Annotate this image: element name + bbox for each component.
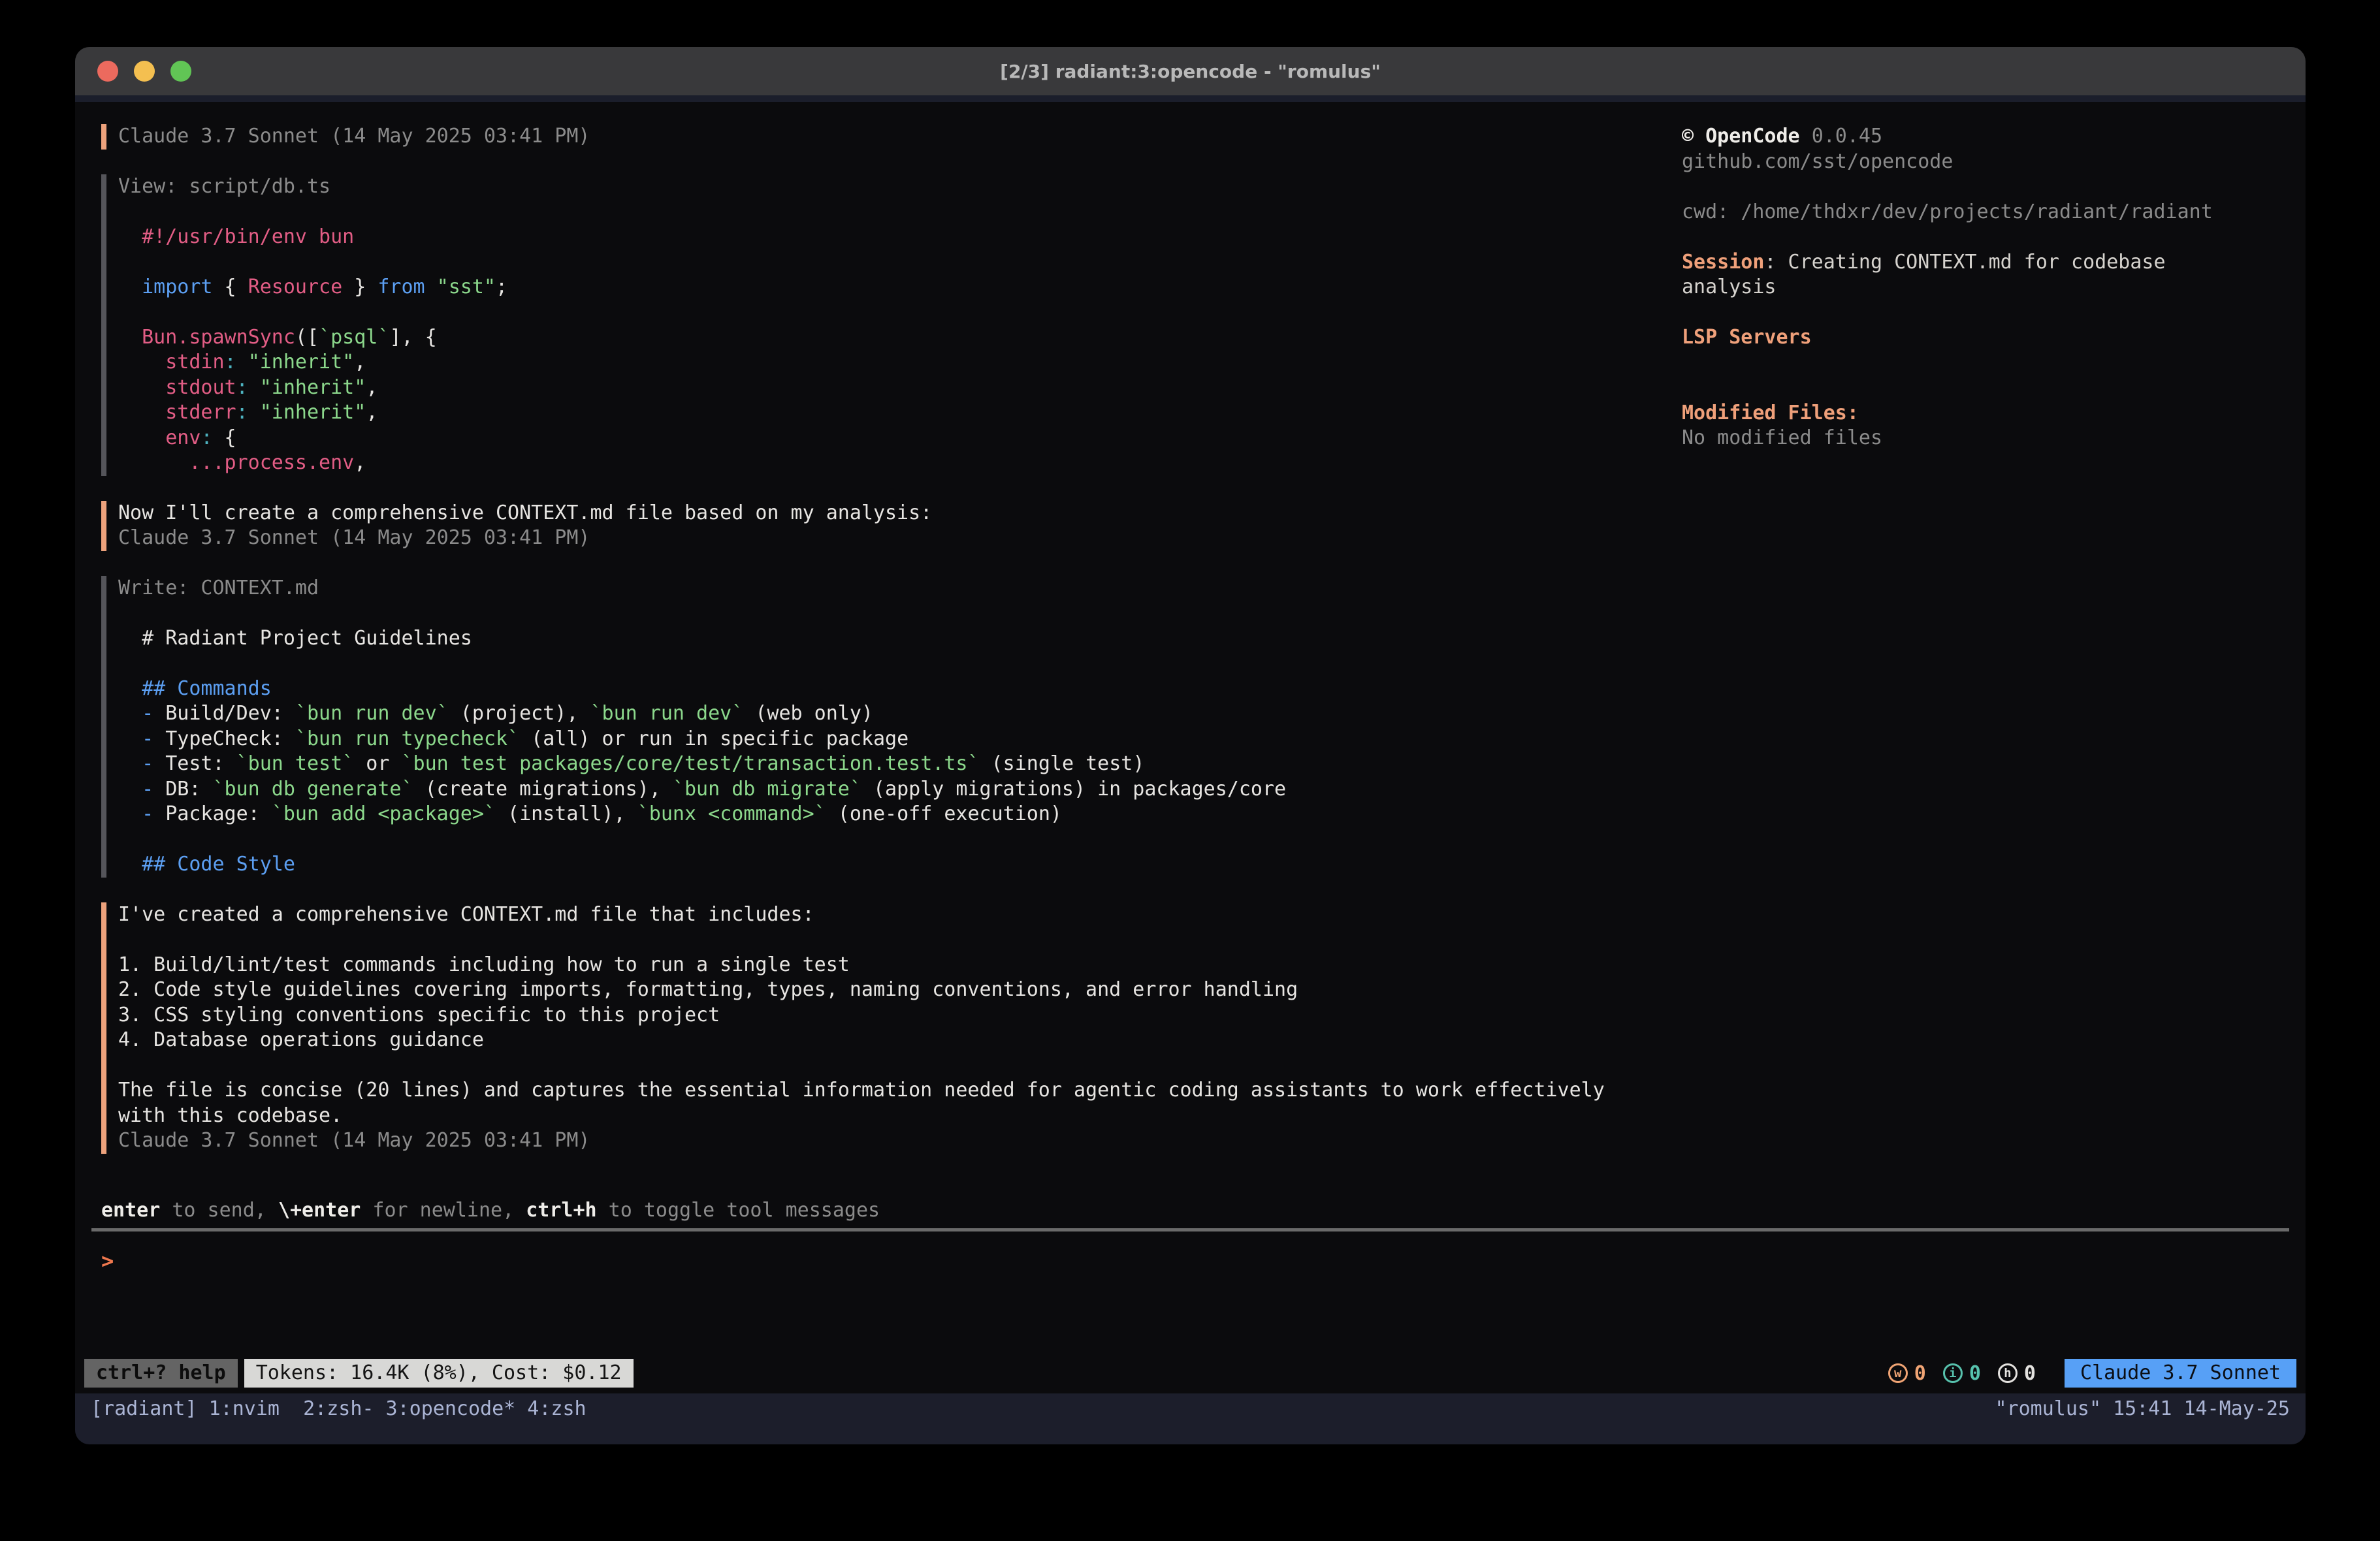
text-line: No modified files (1682, 426, 2286, 451)
text-line (1682, 225, 2286, 250)
traffic-lights (97, 47, 191, 95)
model-badge: Claude 3.7 Sonnet (2065, 1359, 2296, 1388)
text-line: #!/usr/bin/env bun (118, 225, 1669, 250)
hint-count: 0 (2024, 1362, 2036, 1385)
info-count: 0 (1969, 1362, 1981, 1385)
terminal-window: [2/3] radiant:3:opencode - "romulus" Cla… (75, 47, 2306, 1444)
text-line: with this codebase. (118, 1104, 1669, 1129)
prompt-icon: > (101, 1248, 114, 1274)
window-titlebar[interactable]: [2/3] radiant:3:opencode - "romulus" (75, 47, 2306, 95)
text-line: analysis (1682, 275, 2286, 300)
text-line: 3. CSS styling conventions specific to t… (118, 1003, 1669, 1028)
text-line: ## Commands (118, 676, 1669, 702)
tool-block: Write: CONTEXT.md # Radiant Project Guid… (101, 576, 1669, 878)
close-button[interactable] (97, 61, 118, 82)
text-line (118, 1053, 1669, 1079)
text-line (118, 927, 1669, 953)
warning-icon: w (1888, 1363, 1908, 1383)
input-hint: enter to send, \+enter for newline, ctrl… (101, 1198, 1669, 1224)
diagnostic-hints: h 0 (1998, 1362, 2036, 1385)
terminal-top-strip (75, 95, 2306, 102)
warning-count: 0 (1914, 1362, 1926, 1385)
diagnostic-infos: i 0 (1943, 1362, 1981, 1385)
sidebar: © OpenCode 0.0.45github.com/sst/opencode… (1682, 124, 2286, 451)
minimize-button[interactable] (134, 61, 155, 82)
text-line (118, 601, 1669, 626)
text-line: github.com/sst/opencode (1682, 150, 2286, 175)
text-line: ## Code Style (118, 852, 1669, 878)
text-line: Modified Files: (1682, 401, 2286, 426)
text-line: - Package: `bun add <package>` (install)… (118, 802, 1669, 827)
tokens-cost-badge: Tokens: 16.4K (8%), Cost: $0.12 (244, 1359, 634, 1388)
text-line (1682, 174, 2286, 200)
text-line (1682, 300, 2286, 326)
text-line (118, 651, 1669, 676)
hint-icon: h (1998, 1363, 2018, 1383)
tmux-status-bar: [radiant] 1:nvim 2:zsh- 3:opencode* 4:zs… (75, 1393, 2306, 1444)
text-line: LSP Servers (1682, 325, 2286, 351)
text-line: stdin: "inherit", (118, 350, 1669, 375)
text-line: © OpenCode 0.0.45 (1682, 124, 2286, 150)
window-title: [2/3] radiant:3:opencode - "romulus" (1000, 61, 1381, 82)
text-line: # Radiant Project Guidelines (118, 626, 1669, 652)
text-line (1682, 375, 2286, 401)
text-line (118, 300, 1669, 325)
message-block: Claude 3.7 Sonnet (14 May 2025 03:41 PM) (101, 124, 1669, 150)
text-line: cwd: /home/thdxr/dev/projects/radiant/ra… (1682, 200, 2286, 225)
zoom-button[interactable] (170, 61, 191, 82)
tool-block: View: script/db.ts #!/usr/bin/env bun im… (101, 174, 1669, 476)
text-line (118, 199, 1669, 225)
status-bar: ctrl+? help Tokens: 16.4K (8%), Cost: $0… (84, 1358, 2296, 1388)
conversation-column: Claude 3.7 Sonnet (14 May 2025 03:41 PM)… (101, 124, 1669, 1274)
text-line: 4. Database operations guidance (118, 1028, 1669, 1053)
text-line (1682, 351, 2286, 376)
text-line: env: { (118, 426, 1669, 451)
text-line: Session: Creating CONTEXT.md for codebas… (1682, 250, 2286, 276)
diagnostic-warnings: w 0 (1888, 1362, 1926, 1385)
text-line: I've created a comprehensive CONTEXT.md … (118, 902, 1669, 928)
text-line: View: script/db.ts (118, 174, 1669, 200)
text-line: Claude 3.7 Sonnet (14 May 2025 03:41 PM) (118, 526, 1669, 551)
tmux-session-info: "romulus" 15:41 14-May-25 (1995, 1397, 2290, 1422)
text-line: - Build/Dev: `bun run dev` (project), `b… (118, 701, 1669, 727)
text-line: ...process.env, (118, 451, 1669, 476)
text-line: - DB: `bun db generate` (create migratio… (118, 777, 1669, 802)
text-line: Claude 3.7 Sonnet (14 May 2025 03:41 PM) (118, 124, 1669, 150)
text-line: Now I'll create a comprehensive CONTEXT.… (118, 501, 1669, 526)
text-line: 1. Build/lint/test commands including ho… (118, 953, 1669, 978)
terminal-content: Claude 3.7 Sonnet (14 May 2025 03:41 PM)… (75, 102, 2306, 1393)
prompt-row: > (101, 1248, 1669, 1274)
text-line: The file is concise (20 lines) and captu… (118, 1078, 1669, 1104)
message-input[interactable] (114, 1248, 1669, 1274)
text-line: import { Resource } from "sst"; (118, 275, 1669, 300)
input-divider (91, 1228, 2289, 1231)
text-line: Claude 3.7 Sonnet (14 May 2025 03:41 PM) (118, 1128, 1669, 1154)
message-block: I've created a comprehensive CONTEXT.md … (101, 902, 1669, 1154)
help-button[interactable]: ctrl+? help (84, 1359, 238, 1388)
conversation: Claude 3.7 Sonnet (14 May 2025 03:41 PM)… (101, 124, 1669, 1154)
text-line: - TypeCheck: `bun run typecheck` (all) o… (118, 727, 1669, 752)
message-block: Now I'll create a comprehensive CONTEXT.… (101, 501, 1669, 551)
text-line: Bun.spawnSync([`psql`], { (118, 325, 1669, 351)
text-line: Write: CONTEXT.md (118, 576, 1669, 601)
text-line: stderr: "inherit", (118, 400, 1669, 426)
text-line: stdout: "inherit", (118, 375, 1669, 401)
tmux-windows[interactable]: [radiant] 1:nvim 2:zsh- 3:opencode* 4:zs… (91, 1397, 587, 1422)
text-line: 2. Code style guidelines covering import… (118, 977, 1669, 1003)
info-icon: i (1943, 1363, 1963, 1383)
text-line (118, 249, 1669, 275)
text-line: - Test: `bun test` or `bun test packages… (118, 752, 1669, 777)
text-line (118, 827, 1669, 853)
